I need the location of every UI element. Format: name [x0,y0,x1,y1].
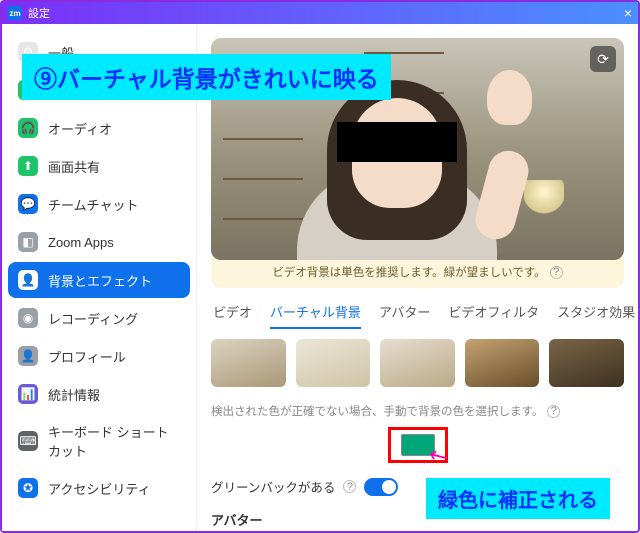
person-silhouette [282,60,512,260]
sidebar-item-label: レコーディング [48,309,138,328]
manual-color-hint: 検出された色が正確でない場合、手動で背景の色を選択します。 ? [211,403,624,419]
sidebar-item-label: アクセシビリティ [48,479,151,498]
hint-text: 検出された色が正確でない場合、手動で背景の色を選択します。 [211,403,543,419]
notice-text: ビデオ背景は単色を推奨します。緑が望ましいです。 [272,264,545,280]
green-screen-label: グリーンバックがある [211,477,335,496]
background-thumb[interactable] [296,339,371,387]
sidebar-icon: ◧ [18,232,38,252]
settings-window: zm 設定 × ⚙ 一般 ▣ ビデオ 🎧 オーディオ ⬆ 画面共有 💬 チームチャット ◧ Zoom … [0,0,640,533]
sidebar-item-8[interactable]: 👤 プロフィール [8,338,190,374]
sidebar-item-label: Zoom Apps [48,235,114,250]
window-body: ⚙ 一般 ▣ ビデオ 🎧 オーディオ ⬆ 画面共有 💬 チームチャット ◧ Zoom Apps 👤 背景と… [2,24,638,531]
sidebar-item-5[interactable]: ◧ Zoom Apps [8,224,190,260]
background-thumb[interactable] [465,339,540,387]
sidebar-item-3[interactable]: ⬆ 画面共有 [8,148,190,184]
sidebar-icon: ◉ [18,308,38,328]
sidebar-item-2[interactable]: 🎧 オーディオ [8,110,190,146]
sidebar-item-label: チームチャット [48,195,138,214]
sidebar-item-7[interactable]: ◉ レコーディング [8,300,190,336]
sidebar-icon: 🎧 [18,118,38,138]
tab-4[interactable]: スタジオ効果 [557,302,635,329]
tab-3[interactable]: ビデオフィルタ [448,302,539,329]
video-preview: ⟳ [211,38,624,260]
help-icon[interactable]: ? [550,266,563,279]
sidebar-item-label: 背景とエフェクト [48,271,152,290]
close-icon[interactable]: × [624,5,632,21]
window-title: 設定 [28,5,50,21]
sidebar-item-label: オーディオ [48,119,112,138]
sidebar-icon: ▣ [18,80,38,100]
sidebar-item-10[interactable]: ⌨ キーボード ショートカット [8,414,190,468]
sidebar-item-label: プロフィール [48,347,126,366]
sidebar-item-label: 統計情報 [48,385,100,404]
sidebar-icon: ⬆ [18,156,38,176]
sidebar-item-9[interactable]: 📊 統計情報 [8,376,190,412]
sidebar-item-0[interactable]: ⚙ 一般 [8,34,190,70]
background-color-chip[interactable] [401,434,435,456]
sidebar-item-label: ビデオ [48,81,87,100]
sidebar-icon: ⌨ [18,431,38,451]
tab-1[interactable]: バーチャル背景 [270,302,361,329]
help-icon[interactable]: ? [343,480,356,493]
background-thumb[interactable] [549,339,624,387]
sidebar-icon: ⚙ [18,42,38,62]
main-panel: ⟳ ビデオ背景は単色を推奨します。緑が望ましいです。 ? ビデオバーチャル背景ア… [197,24,638,531]
sidebar-icon: ✪ [18,478,38,498]
help-icon[interactable]: ? [547,405,560,418]
avatar-section-heading: アバター [211,510,624,529]
sidebar-item-11[interactable]: ✪ アクセシビリティ [8,470,190,506]
background-thumbnails [211,339,624,387]
sidebar-item-label: 画面共有 [48,157,100,176]
effect-tabs: ビデオバーチャル背景アバタービデオフィルタスタジオ効果 [213,302,622,329]
sidebar-icon: 💬 [18,194,38,214]
tab-0[interactable]: ビデオ [213,302,252,329]
sidebar-item-1[interactable]: ▣ ビデオ [8,72,190,108]
rotate-icon[interactable]: ⟳ [590,46,616,72]
background-thumb[interactable] [380,339,455,387]
face-redaction-bar [337,122,457,162]
background-thumb[interactable] [211,339,286,387]
green-screen-row: グリーンバックがある ? [211,477,624,496]
background-notice: ビデオ背景は単色を推奨します。緑が望ましいです。 ? [211,256,624,288]
sidebar-item-4[interactable]: 💬 チームチャット [8,186,190,222]
sidebar-icon: 👤 [18,270,38,290]
titlebar: zm 設定 × [2,2,638,24]
color-chip-highlight [388,427,448,463]
green-screen-toggle[interactable] [364,478,398,496]
sidebar: ⚙ 一般 ▣ ビデオ 🎧 オーディオ ⬆ 画面共有 💬 チームチャット ◧ Zoom Apps 👤 背景と… [2,24,197,531]
app-icon: zm [8,6,22,20]
sidebar-item-label: 一般 [48,43,74,62]
tab-2[interactable]: アバター [379,302,430,329]
sidebar-item-label: キーボード ショートカット [48,422,180,460]
sidebar-item-6[interactable]: 👤 背景とエフェクト [8,262,190,298]
sidebar-icon: 👤 [18,346,38,366]
sidebar-icon: 📊 [18,384,38,404]
